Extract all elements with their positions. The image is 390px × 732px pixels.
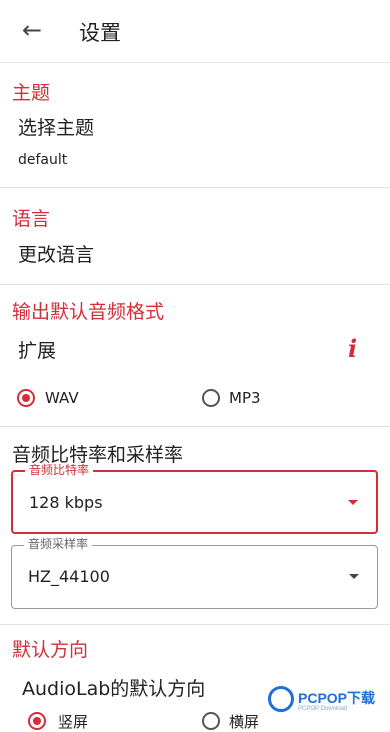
page-title: 设置 <box>79 21 121 45</box>
watermark-brand: PCPOP下载 <box>298 690 376 706</box>
theme-value: default <box>18 152 68 168</box>
app-bar: ← 设置 <box>0 0 390 63</box>
extension-item: 扩展 <box>18 340 57 362</box>
radio-portrait-label[interactable]: 竖屏 <box>58 711 88 732</box>
chevron-down-icon <box>349 574 359 579</box>
radio-portrait[interactable] <box>28 712 46 730</box>
samplerate-dropdown[interactable]: 音频采样率 HZ_44100 <box>11 537 378 609</box>
chevron-down-icon <box>348 500 358 505</box>
back-arrow-icon[interactable]: ← <box>18 16 46 44</box>
pcpop-watermark: PCPOP下载 PCPOP Download <box>268 684 390 720</box>
orientation-item: AudioLab的默认方向 <box>22 678 206 700</box>
choose-theme-item[interactable]: 选择主题 <box>18 113 94 140</box>
bitrate-dropdown[interactable]: 音频比特率 128 kbps <box>11 463 378 534</box>
section-title-orientation: 默认方向 <box>12 639 89 661</box>
divider <box>0 187 390 188</box>
radio-wav[interactable] <box>17 389 35 407</box>
bitrate-label: 音频比特率 <box>25 463 94 477</box>
samplerate-label: 音频采样率 <box>24 537 93 551</box>
change-language-item[interactable]: 更改语言 <box>18 240 94 267</box>
samplerate-value: HZ_44100 <box>28 567 110 586</box>
bitrate-value: 128 kbps <box>29 493 103 512</box>
watermark-tagline: PCPOP Download <box>298 706 348 712</box>
radio-landscape-label[interactable]: 横屏 <box>229 711 259 732</box>
section-title-language: 语言 <box>12 208 51 230</box>
divider <box>0 426 390 427</box>
radio-landscape[interactable] <box>202 712 220 730</box>
radio-wav-label[interactable]: WAV <box>45 389 79 407</box>
pcpop-logo-icon <box>268 686 294 712</box>
info-icon[interactable]: i <box>348 334 357 363</box>
divider <box>0 624 390 625</box>
section-title-output-format: 输出默认音频格式 <box>12 301 165 323</box>
divider <box>0 284 390 285</box>
section-title-theme: 主题 <box>12 82 51 104</box>
radio-mp3-label[interactable]: MP3 <box>229 389 261 407</box>
radio-mp3[interactable] <box>202 389 220 407</box>
